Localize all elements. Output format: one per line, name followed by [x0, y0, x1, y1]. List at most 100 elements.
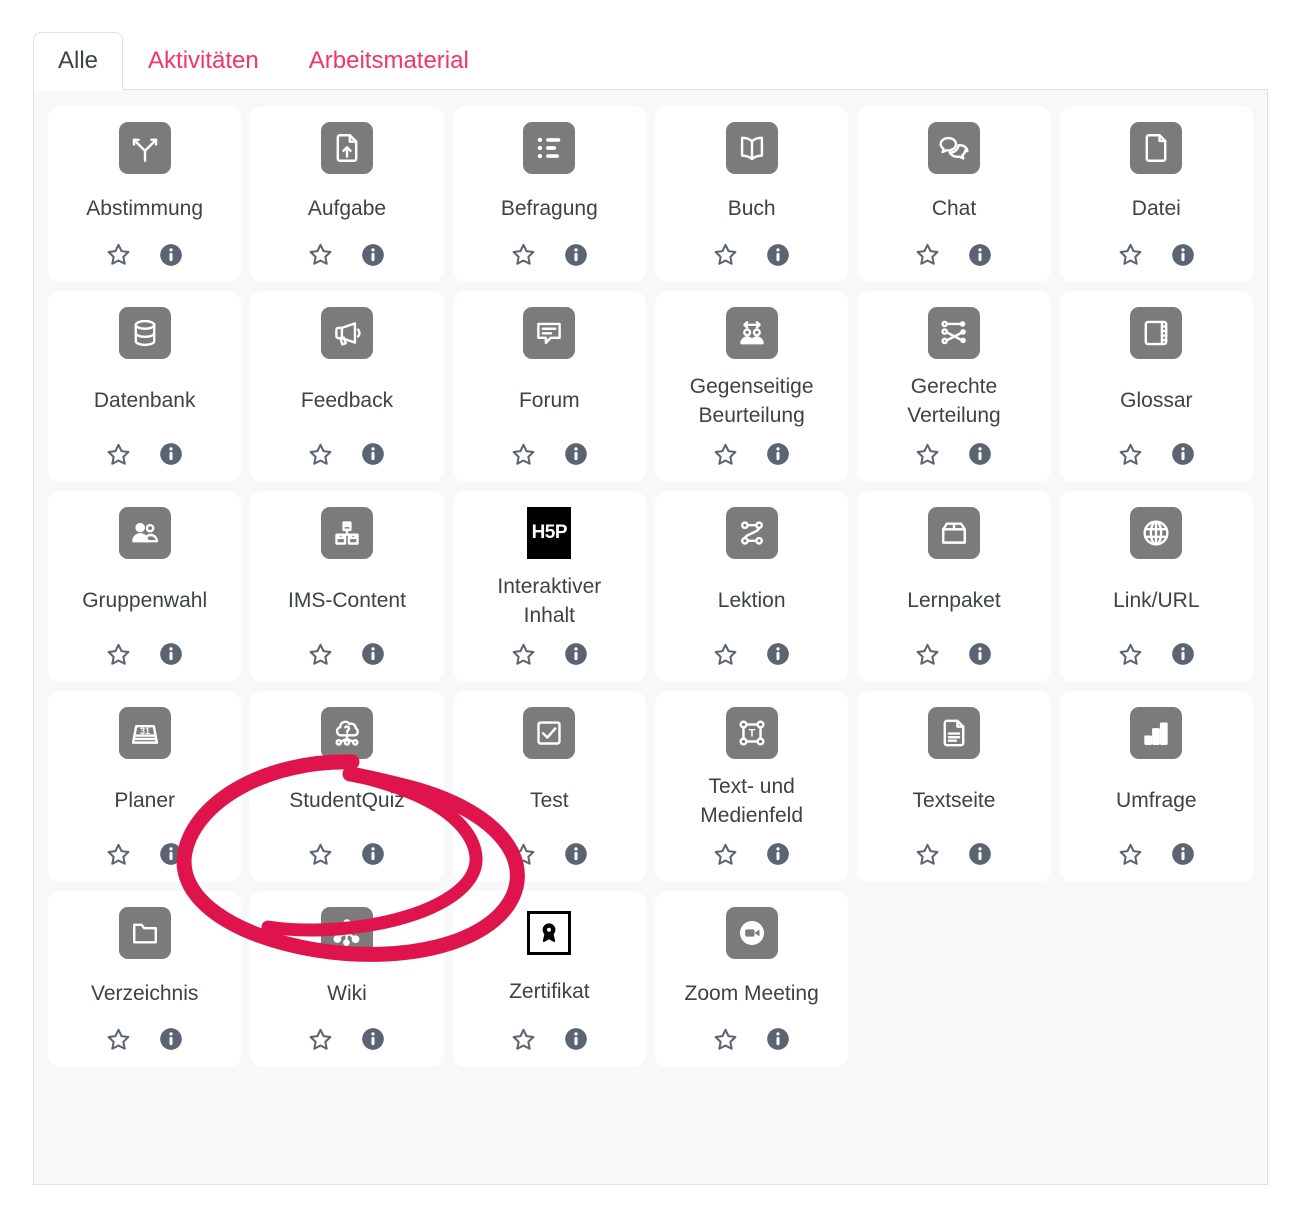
star-outline-icon[interactable]: [1117, 241, 1144, 268]
activity-card[interactable]: T Text- und Medienfeld: [654, 690, 849, 882]
info-circle-icon[interactable]: [563, 441, 589, 467]
info-circle-icon[interactable]: [967, 641, 993, 667]
activity-card[interactable]: Glossar: [1059, 291, 1253, 482]
info-circle-icon[interactable]: [967, 841, 993, 867]
info-circle-icon[interactable]: [360, 441, 386, 467]
activity-card-actions: [510, 441, 589, 468]
activity-card[interactable]: Verzeichnis: [48, 890, 242, 1067]
activity-card[interactable]: Lernpaket: [857, 490, 1051, 682]
activity-card[interactable]: Feedback: [250, 291, 444, 482]
activity-card[interactable]: 31 Planer: [48, 690, 242, 882]
activity-card[interactable]: Befragung: [452, 106, 646, 282]
info-circle-icon[interactable]: [563, 1026, 589, 1052]
info-circle-icon[interactable]: [158, 841, 184, 867]
info-circle-icon[interactable]: [563, 641, 589, 667]
activity-card-actions: [914, 841, 993, 868]
activity-card-label: Datei: [1131, 197, 1181, 221]
activity-card[interactable]: Aufgabe: [250, 106, 444, 282]
activity-card[interactable]: Abstimmung: [48, 106, 242, 282]
activity-card-actions: [307, 441, 386, 468]
star-outline-icon[interactable]: [712, 1026, 739, 1053]
star-outline-icon[interactable]: [307, 1026, 334, 1053]
activity-card[interactable]: Umfrage: [1059, 690, 1253, 882]
survey-list-icon: [523, 122, 576, 174]
star-outline-icon[interactable]: [510, 241, 537, 268]
info-circle-icon[interactable]: [360, 841, 386, 867]
chooser-tab-bar: Alle Aktivitäten Arbeitsmaterial: [33, 30, 1270, 91]
star-outline-icon[interactable]: [307, 241, 334, 268]
star-outline-icon[interactable]: [105, 641, 132, 668]
star-outline-icon[interactable]: [914, 841, 941, 868]
info-circle-icon[interactable]: [360, 641, 386, 667]
star-outline-icon[interactable]: [914, 641, 941, 668]
star-outline-icon[interactable]: [1117, 641, 1144, 668]
activity-card[interactable]: Test: [452, 690, 646, 882]
info-circle-icon[interactable]: [967, 441, 993, 467]
star-outline-icon[interactable]: [1117, 441, 1144, 468]
tab-alle[interactable]: Alle: [33, 32, 124, 91]
star-outline-icon[interactable]: [510, 841, 537, 868]
activity-card[interactable]: Chat: [857, 106, 1051, 282]
info-circle-icon[interactable]: [158, 1026, 184, 1052]
megaphone-icon: [320, 307, 373, 359]
tab-aktivit-ten[interactable]: Aktivitäten: [123, 32, 284, 90]
star-outline-icon[interactable]: [105, 441, 132, 468]
info-circle-icon[interactable]: [1170, 841, 1196, 867]
star-outline-icon[interactable]: [1117, 841, 1144, 868]
info-circle-icon[interactable]: [765, 841, 791, 867]
info-circle-icon[interactable]: [765, 242, 791, 268]
info-circle-icon[interactable]: [563, 841, 589, 867]
forum-bubble-icon: [523, 307, 576, 359]
activity-card[interactable]: H5P Interaktiver Inhalt: [452, 490, 646, 682]
activity-card[interactable]: Link/URL: [1059, 490, 1253, 682]
star-outline-icon[interactable]: [307, 641, 334, 668]
info-circle-icon[interactable]: [360, 1026, 386, 1052]
activity-card-label: Gruppenwahl: [82, 589, 208, 613]
star-outline-icon[interactable]: [105, 241, 132, 268]
star-outline-icon[interactable]: [510, 641, 537, 668]
activity-card[interactable]: StudentQuiz: [250, 690, 444, 882]
star-outline-icon[interactable]: [105, 1026, 132, 1053]
star-outline-icon[interactable]: [712, 841, 739, 868]
activity-card-actions: [510, 1026, 589, 1053]
activity-card-actions: [105, 441, 184, 468]
activity-card[interactable]: IMS-Content: [250, 490, 444, 682]
info-circle-icon[interactable]: [158, 441, 184, 467]
activity-card[interactable]: Datei: [1059, 106, 1253, 282]
star-outline-icon[interactable]: [712, 641, 739, 668]
cloud-question-icon: [320, 706, 373, 759]
activity-card[interactable]: Datenbank: [48, 291, 242, 482]
star-outline-icon[interactable]: [914, 241, 941, 268]
activity-card[interactable]: Zoom Meeting: [654, 890, 849, 1067]
info-circle-icon[interactable]: [765, 441, 791, 467]
activity-card[interactable]: Gruppenwahl: [48, 490, 242, 682]
star-outline-icon[interactable]: [712, 441, 739, 468]
activity-card[interactable]: Wiki: [250, 890, 444, 1067]
activity-card[interactable]: Lektion: [654, 490, 849, 682]
star-outline-icon[interactable]: [712, 241, 739, 268]
activity-card-label: Gerechte Verteilung: [907, 375, 1001, 427]
info-circle-icon[interactable]: [1170, 242, 1196, 268]
star-outline-icon[interactable]: [307, 841, 334, 868]
activity-card[interactable]: Forum: [452, 291, 646, 482]
star-outline-icon[interactable]: [307, 441, 334, 468]
info-circle-icon[interactable]: [1170, 441, 1196, 467]
star-outline-icon[interactable]: [105, 841, 132, 868]
activity-card[interactable]: Gegenseitige Beurteilung: [654, 291, 849, 482]
info-circle-icon[interactable]: [563, 242, 589, 268]
info-circle-icon[interactable]: [158, 242, 184, 268]
info-circle-icon[interactable]: [360, 242, 386, 268]
info-circle-icon[interactable]: [158, 641, 184, 667]
star-outline-icon[interactable]: [510, 441, 537, 468]
star-outline-icon[interactable]: [914, 441, 941, 468]
info-circle-icon[interactable]: [1170, 641, 1196, 667]
activity-card[interactable]: Zertifikat: [452, 890, 646, 1067]
tab-arbeitsmaterial[interactable]: Arbeitsmaterial: [284, 32, 494, 90]
activity-card[interactable]: Buch: [654, 106, 849, 282]
info-circle-icon[interactable]: [765, 641, 791, 667]
info-circle-icon[interactable]: [765, 1026, 791, 1052]
activity-card[interactable]: Gerechte Verteilung: [857, 291, 1051, 482]
activity-card[interactable]: Textseite: [857, 690, 1051, 882]
star-outline-icon[interactable]: [510, 1026, 537, 1053]
info-circle-icon[interactable]: [967, 242, 993, 268]
